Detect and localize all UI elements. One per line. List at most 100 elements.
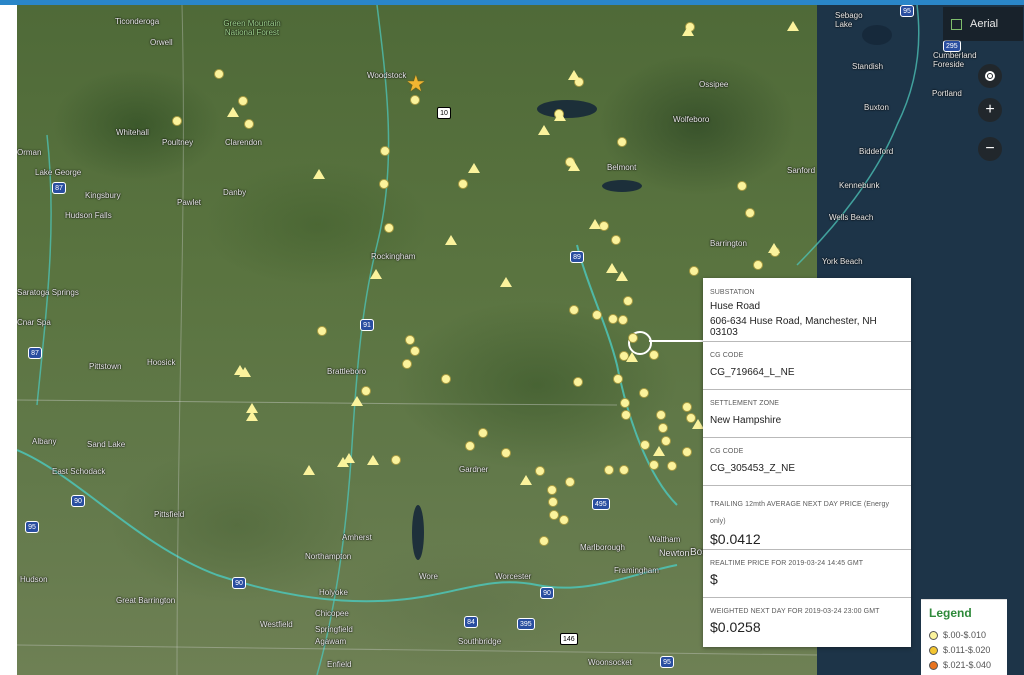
substation-marker[interactable] <box>535 466 545 476</box>
substation-marker[interactable] <box>617 137 627 147</box>
legend-item: $.011-$.020 <box>929 645 990 656</box>
substation-marker-triangle[interactable] <box>568 70 580 80</box>
legend-swatch-icon <box>929 631 938 641</box>
substation-marker[interactable] <box>361 386 371 396</box>
substation-marker-triangle[interactable] <box>367 455 379 465</box>
substation-marker[interactable] <box>405 335 415 345</box>
substation-marker-triangle[interactable] <box>246 411 258 421</box>
substation-marker[interactable] <box>559 515 569 525</box>
substation-marker[interactable] <box>753 260 763 270</box>
aerial-layer-toggle[interactable]: Aerial <box>943 7 1023 41</box>
substation-marker[interactable] <box>547 485 557 495</box>
substation-marker[interactable] <box>611 235 621 245</box>
substation-marker[interactable] <box>384 223 394 233</box>
locate-button[interactable] <box>978 64 1002 88</box>
substation-marker[interactable] <box>737 181 747 191</box>
place-label: Buxton <box>864 103 889 112</box>
substation-marker[interactable] <box>639 388 649 398</box>
place-label: Agawam <box>315 637 347 646</box>
substation-marker[interactable] <box>613 374 623 384</box>
substation-marker[interactable] <box>682 447 692 457</box>
substation-marker[interactable] <box>458 179 468 189</box>
substation-marker[interactable] <box>661 436 671 446</box>
substation-marker[interactable] <box>391 455 401 465</box>
substation-marker[interactable] <box>244 119 254 129</box>
substation-marker-triangle[interactable] <box>370 269 382 279</box>
substation-marker-triangle[interactable] <box>227 107 239 117</box>
substation-marker-triangle[interactable] <box>589 219 601 229</box>
substation-marker-triangle[interactable] <box>445 235 457 245</box>
place-label: Woodstock <box>367 71 407 80</box>
substation-marker[interactable] <box>548 497 558 507</box>
substation-marker[interactable] <box>539 536 549 546</box>
substation-marker[interactable] <box>604 465 614 475</box>
substation-marker[interactable] <box>501 448 511 458</box>
substation-marker-triangle[interactable] <box>787 21 799 31</box>
cg-code-label: CG CODE <box>710 448 744 455</box>
substation-marker[interactable] <box>623 296 633 306</box>
substation-marker[interactable] <box>549 510 559 520</box>
substation-marker[interactable] <box>565 477 575 487</box>
substation-marker-triangle[interactable] <box>343 453 355 463</box>
substation-marker-triangle[interactable] <box>500 277 512 287</box>
substation-marker[interactable] <box>608 314 618 324</box>
substation-marker[interactable] <box>658 423 668 433</box>
star-marker-icon[interactable]: ★ <box>406 71 426 97</box>
substation-marker-triangle[interactable] <box>538 125 550 135</box>
substation-marker[interactable] <box>214 69 224 79</box>
substation-marker[interactable] <box>402 359 412 369</box>
legend-item: $.00-$.010 <box>929 630 986 641</box>
place-label: Cumberland Foreside <box>933 51 977 69</box>
substation-marker[interactable] <box>380 146 390 156</box>
substation-marker[interactable] <box>317 326 327 336</box>
place-label: Framingham <box>614 566 659 575</box>
substation-marker[interactable] <box>573 377 583 387</box>
substation-marker[interactable] <box>478 428 488 438</box>
realtime-price-section: REALTIME PRICE FOR 2019-03-24 14:45 GMT … <box>703 550 911 598</box>
substation-marker[interactable] <box>569 305 579 315</box>
place-label: Poultney <box>162 138 194 147</box>
route-shield: 89 <box>570 251 584 263</box>
substation-marker[interactable] <box>656 410 666 420</box>
cg-code-section-1: CG CODE CG_719664_L_NE <box>703 342 911 390</box>
place-label: Ossipee <box>699 80 729 89</box>
substation-marker[interactable] <box>689 266 699 276</box>
substation-marker[interactable] <box>621 410 631 420</box>
substation-marker-triangle[interactable] <box>351 396 363 406</box>
substation-marker-triangle[interactable] <box>313 169 325 179</box>
substation-marker-triangle[interactable] <box>682 26 694 36</box>
place-label: East Schodack <box>52 467 106 476</box>
substation-marker-triangle[interactable] <box>616 271 628 281</box>
selected-substation-marker[interactable] <box>628 333 638 343</box>
substation-marker[interactable] <box>667 461 677 471</box>
zoom-out-button[interactable]: − <box>978 137 1002 161</box>
zoom-in-button[interactable]: + <box>978 98 1002 122</box>
place-label: Hudson <box>20 575 48 584</box>
substation-marker-triangle[interactable] <box>303 465 315 475</box>
substation-marker[interactable] <box>619 465 629 475</box>
substation-marker[interactable] <box>465 441 475 451</box>
substation-marker[interactable] <box>682 402 692 412</box>
legend-item: $.021-$.040 <box>929 660 991 671</box>
substation-marker-triangle[interactable] <box>554 111 566 121</box>
substation-marker-triangle[interactable] <box>653 446 665 456</box>
substation-marker-triangle[interactable] <box>520 475 532 485</box>
substation-marker[interactable] <box>592 310 602 320</box>
substation-marker[interactable] <box>379 179 389 189</box>
substation-marker[interactable] <box>618 315 628 325</box>
substation-marker[interactable] <box>745 208 755 218</box>
substation-marker[interactable] <box>238 96 248 106</box>
substation-marker[interactable] <box>649 460 659 470</box>
substation-marker[interactable] <box>410 346 420 356</box>
place-label: Southbridge <box>458 637 502 646</box>
substation-marker-triangle[interactable] <box>568 161 580 171</box>
substation-marker[interactable] <box>649 350 659 360</box>
substation-marker[interactable] <box>640 440 650 450</box>
substation-marker[interactable] <box>172 116 182 126</box>
substation-marker-triangle[interactable] <box>468 163 480 173</box>
substation-marker[interactable] <box>620 398 630 408</box>
substation-marker-triangle[interactable] <box>768 243 780 253</box>
substation-marker-triangle[interactable] <box>239 367 251 377</box>
substation-marker[interactable] <box>441 374 451 384</box>
place-label: Sand Lake <box>87 440 126 449</box>
